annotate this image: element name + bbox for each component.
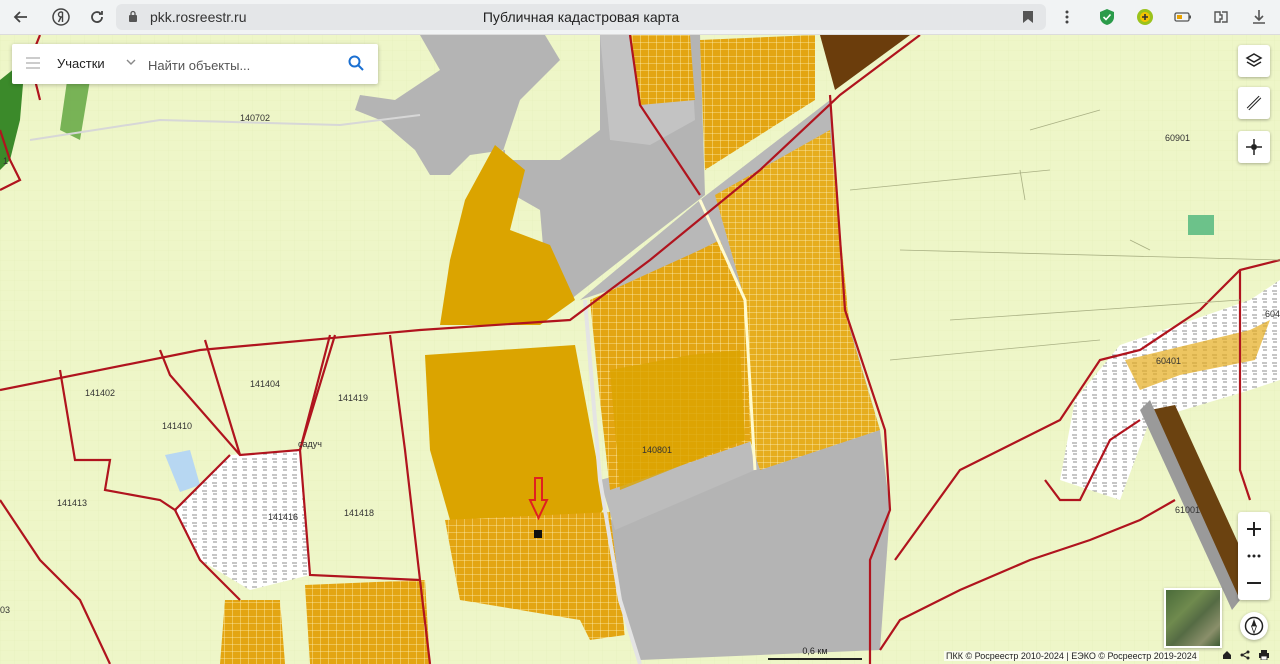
home-icon[interactable] — [1222, 650, 1232, 660]
yandex-icon[interactable] — [50, 6, 72, 28]
search-type-label[interactable]: Участки — [57, 56, 105, 71]
reload-icon[interactable] — [86, 6, 108, 28]
label-61001: 61001 — [1175, 505, 1200, 515]
extensions-icon[interactable] — [1212, 8, 1230, 26]
satellite-layer-toggle[interactable] — [1164, 588, 1222, 648]
cadastral-map[interactable]: 140702 60901 141402 141404 141419 141410… — [0, 35, 1280, 664]
residential-block-north-2 — [630, 35, 695, 105]
parcel-central-large — [425, 345, 605, 520]
download-icon[interactable] — [1250, 8, 1268, 26]
label-141404: 141404 — [250, 379, 280, 389]
label-141410: 141410 — [162, 421, 192, 431]
zoom-out-button[interactable] — [1238, 568, 1270, 598]
bookmark-icon[interactable] — [1022, 10, 1034, 24]
more-icon[interactable] — [1056, 6, 1078, 28]
label-03: 03 — [0, 605, 10, 615]
label-604: 604 — [1265, 309, 1280, 319]
map-canvas[interactable]: 140702 60901 141402 141404 141419 141410… — [0, 35, 1280, 664]
chevron-down-icon[interactable] — [126, 58, 136, 66]
share-icon[interactable] — [1240, 650, 1250, 660]
battery-icon[interactable] — [1174, 8, 1192, 26]
label-60401: 60401 — [1156, 356, 1181, 366]
back-icon[interactable] — [10, 6, 32, 28]
minus-icon — [1247, 582, 1261, 584]
layers-icon — [1245, 53, 1263, 67]
label-60901: 60901 — [1165, 133, 1190, 143]
label-140702: 140702 — [240, 113, 270, 123]
menu-icon[interactable] — [26, 57, 40, 69]
scale-bar: 0,6 км — [768, 646, 862, 660]
search-panel: Участки — [12, 44, 378, 84]
label-1: 1 — [3, 156, 8, 166]
plus-icon — [1247, 522, 1261, 536]
compass-icon — [1244, 616, 1264, 636]
scale-label: 0,6 км — [802, 646, 828, 656]
search-input[interactable] — [146, 52, 350, 78]
ruler-icon — [1246, 95, 1262, 111]
label-141418: 141418 — [344, 508, 374, 518]
residential-block-sw — [220, 600, 285, 664]
shield-extension-icon[interactable] — [1098, 8, 1116, 26]
label-141413: 141413 — [57, 498, 87, 508]
more-dots-icon — [1247, 554, 1261, 558]
target-parcel-marker[interactable] — [534, 530, 542, 538]
label-141416: 141416 — [268, 512, 298, 522]
residential-block-s — [305, 580, 430, 664]
measure-button[interactable] — [1238, 87, 1270, 119]
zoom-in-button[interactable] — [1238, 514, 1270, 544]
zoom-controls — [1238, 512, 1270, 600]
search-icon[interactable] — [348, 55, 364, 71]
plus-extension-icon[interactable] — [1136, 8, 1154, 26]
crosshair-icon — [1246, 139, 1262, 155]
page-title: Публичная кадастровая карта — [482, 9, 680, 25]
label-141402: 141402 — [85, 388, 115, 398]
layers-button[interactable] — [1238, 45, 1270, 77]
locate-button[interactable] — [1238, 131, 1270, 163]
compass-button[interactable] — [1240, 612, 1268, 640]
green-parcel-east — [1188, 215, 1214, 235]
zoom-more-button[interactable] — [1238, 541, 1270, 571]
copyright-text: ПКК © Росреестр 2010-2024 | ЕЭКО © Росре… — [944, 651, 1199, 661]
address-bar[interactable]: pkk.rosreestr.ru Публичная кадастровая к… — [116, 4, 1046, 30]
label-140801: 140801 — [642, 445, 672, 455]
browser-toolbar: pkk.rosreestr.ru Публичная кадастровая к… — [0, 0, 1280, 35]
label-sad-uch: садуч — [298, 439, 322, 449]
print-icon[interactable] — [1258, 650, 1270, 660]
label-141419: 141419 — [338, 393, 368, 403]
